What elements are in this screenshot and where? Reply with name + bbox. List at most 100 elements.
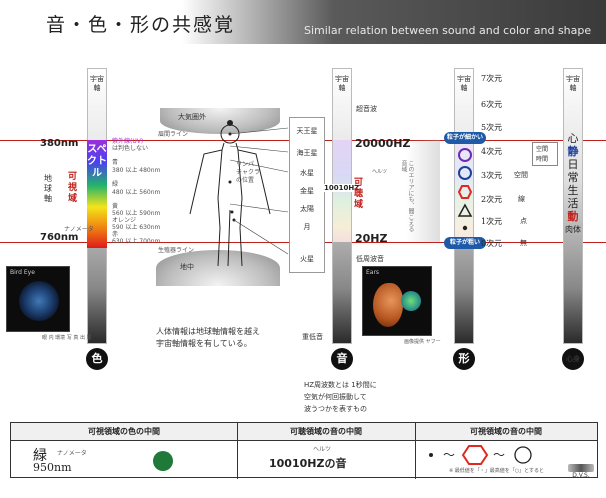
dim-0: 0次元 xyxy=(481,239,503,248)
summary-nm-ruby: ナノメータ xyxy=(57,450,87,457)
dim-5: 5次元 xyxy=(481,123,503,132)
ear-photo-caption: 画像提供 ヤフー xyxy=(404,339,441,345)
hexagon-icon xyxy=(461,445,489,465)
svg-text:〜: 〜 xyxy=(493,448,505,462)
dim-3-extra: 空間 xyxy=(514,171,528,179)
heart-word-3: 日 xyxy=(567,158,579,171)
hz-ruby: ヘルツ xyxy=(372,169,388,175)
color-orange-range: 590 以上 630nm xyxy=(112,224,161,231)
summary-shape-note: ※ 最低値を「・」最高値を「○」とすると xyxy=(449,468,544,474)
earth-axis-label: 地球軸 xyxy=(44,174,52,203)
triangle-icon xyxy=(457,203,473,217)
summary-shape-sequence: 〜 〜 xyxy=(429,445,532,465)
dim-0-extra: 無 xyxy=(520,239,527,247)
ear-photo-label: Ears xyxy=(366,269,380,276)
summary-nm-value: 950nm xyxy=(33,461,72,474)
planet-venus: 金星 xyxy=(300,187,314,195)
planet-mars: 火星 xyxy=(300,255,314,263)
time-space-box-2: 時間 xyxy=(536,156,549,163)
heavy-bass-label: 重低音 xyxy=(302,333,323,341)
color-uv-note: は判色しない xyxy=(112,145,149,152)
dim-7: 7次元 xyxy=(481,74,503,83)
planet-connector-lines xyxy=(230,127,289,255)
heart-badge: 心身 xyxy=(562,348,584,370)
hexagon-icon xyxy=(457,185,473,199)
hz-top: 20000HZ xyxy=(355,137,411,150)
hz-note-1: HZ周波数とは 1秒間に xyxy=(304,381,377,389)
cochlea-icon xyxy=(401,291,421,311)
sound-shade xyxy=(406,140,440,242)
color-axis-label: 宇宙軸 xyxy=(90,75,104,92)
color-badge: 色 xyxy=(86,348,108,370)
shapes-stack xyxy=(457,148,473,231)
dim-1: 1次元 xyxy=(481,217,503,226)
summary-hz-value: 10010HZの音 xyxy=(269,457,347,470)
green-dot xyxy=(153,451,173,471)
ultrasound-label: 超音波 xyxy=(356,105,377,113)
circle-icon xyxy=(458,166,472,180)
body-caption-1: 人体情報は地球軸情報を越え xyxy=(156,327,260,336)
circle-icon xyxy=(458,148,472,162)
ear-photo: Ears xyxy=(362,266,432,336)
heart-word-8: 肉体 xyxy=(565,225,581,234)
planet-mercury: 水星 xyxy=(300,169,314,177)
summary-hz-ruby: ヘルツ xyxy=(313,446,332,453)
color-green-range: 480 以上 560nm xyxy=(112,189,161,196)
heart-word-4: 常 xyxy=(567,171,579,184)
svg-text:〜: 〜 xyxy=(443,448,455,462)
heart-word-5: 生 xyxy=(567,184,579,197)
time-space-box-1: 空間 xyxy=(536,146,549,153)
planet-neptune: 海王星 xyxy=(296,149,318,157)
nm-top: 380nm xyxy=(40,138,79,149)
logo-mark-icon xyxy=(568,464,594,472)
circle-icon xyxy=(514,446,532,464)
summary-header-sound: 可聴領域の音の中間 xyxy=(237,423,415,441)
page-subtitle: Similar relation between sound and color… xyxy=(304,24,592,37)
visible-range-label: 可視域 xyxy=(68,172,78,204)
eye-icon xyxy=(19,281,59,321)
planet-uranus: 天王星 xyxy=(296,127,318,135)
dim-6: 6次元 xyxy=(481,100,503,109)
sound-axis-label: 宇宙軸 xyxy=(335,75,349,92)
heart-word-1: 心 xyxy=(567,132,579,145)
shape-axis-label: 宇宙軸 xyxy=(457,75,471,92)
planet-box: 天王星 海王星 水星 金星 太陽 月 火星 xyxy=(289,117,325,273)
heart-word-2: 静 xyxy=(567,145,579,158)
audible-range-label: 可聴域 xyxy=(354,178,364,210)
nm-ruby: ナノメータ xyxy=(64,226,94,233)
heart-word-6: 活 xyxy=(567,197,579,210)
body-caption-2: 宇宙軸情報を有している。 xyxy=(156,339,252,348)
dim-1-extra: 点 xyxy=(520,217,527,225)
dvs-logo: D.V.S. xyxy=(566,464,596,479)
eye-photo: Bird Eye xyxy=(6,266,70,332)
summary-table: 可視領域の色の中間 可聴領域の音の中間 可視領域の音の中間 緑 ナノメータ 95… xyxy=(10,422,598,479)
particle-large-pill: 粒子が粗い xyxy=(444,237,486,249)
summary-divider-2 xyxy=(415,423,416,479)
color-red-range: 630 以上 700nm xyxy=(112,238,161,245)
logo-text: D.V.S. xyxy=(572,472,590,479)
planet-moon: 月 xyxy=(303,223,311,231)
dim-3: 3次元 xyxy=(481,171,503,180)
summary-header-color: 可視領域の色の中間 xyxy=(11,423,237,441)
shape-badge: 形 xyxy=(453,348,475,370)
dim-2: 2次元 xyxy=(481,195,503,204)
page-title: 音・色・形の共感覚 xyxy=(46,14,236,36)
heart-axis-label: 宇宙軸 xyxy=(566,75,580,92)
sound-badge: 音 xyxy=(331,348,353,370)
summary-divider-1 xyxy=(237,423,238,479)
dot-icon xyxy=(429,453,433,457)
particle-small-pill: 粒子が細かい xyxy=(444,132,486,144)
color-blue-range: 380 以上 480nm xyxy=(112,167,161,174)
time-space-box: 空間 時間 xyxy=(532,142,558,166)
dim-2-extra: 線 xyxy=(518,195,525,203)
hz-bottom: 20HZ xyxy=(355,232,388,245)
header-bar: 音・色・形の共感覚 Similar relation between sound… xyxy=(0,0,606,44)
planet-sun: 太陽 xyxy=(300,205,314,213)
heart-words: 心 静 日 常 生 活 動 肉体 xyxy=(562,132,584,236)
spectrum-label: スペクトル xyxy=(87,144,107,179)
heart-word-7: 動 xyxy=(567,210,579,223)
hz-note-3: 波うつかを表すもの xyxy=(304,405,367,413)
eye-photo-label: Bird Eye xyxy=(10,269,35,276)
dot-icon xyxy=(462,225,468,231)
eye-photo-caption: 眼 内 環境 写 真 出 展 xyxy=(42,335,92,341)
